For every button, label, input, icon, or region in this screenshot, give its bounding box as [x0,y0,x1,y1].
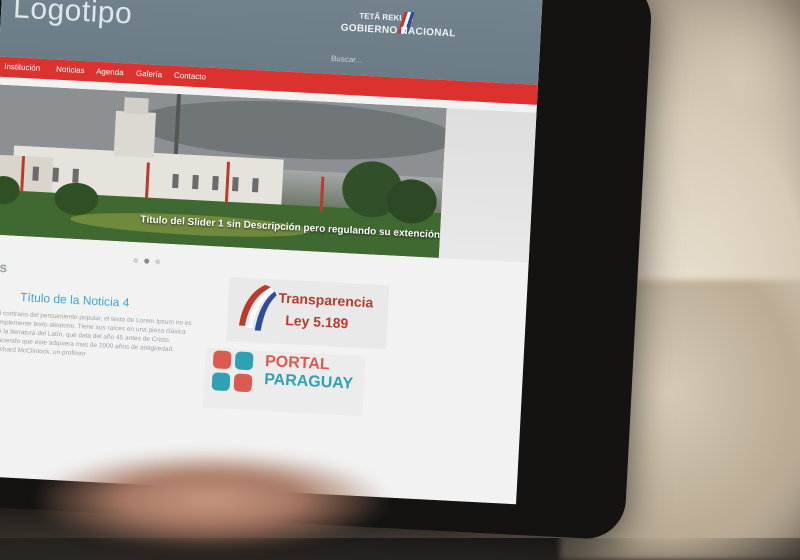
slider-dot[interactable] [133,257,139,264]
nav-item-galeria[interactable]: Galería [136,69,163,79]
tablet-screen: Logotipo TETÃ REKUÁI GOBIERNO NACIONAL B… [0,0,543,505]
portal-icon-red [212,350,232,370]
nav-item-contacto[interactable]: Contacto [174,71,206,82]
portal-paraguay-banner[interactable]: PORTAL PARAGUAY [202,347,366,417]
portal-icon-teal [234,351,254,371]
hero-slider[interactable]: Título del Slider 1 sin Descripción pero… [0,84,447,258]
site-logo[interactable]: Logotipo [12,0,133,32]
search-input[interactable]: Buscar... [331,54,363,65]
government-logo: TETÃ REKUÁI GOBIERNO NACIONAL [340,8,482,55]
gov-logo-name: GOBIERNO NACIONAL [340,22,456,40]
nav-item-noticias[interactable]: Noticias [56,65,85,75]
section-heading: es [0,258,8,276]
portal-subtitle: PARAGUAY [263,370,354,393]
news-title-link[interactable]: Título de la Noticia 4 [20,290,130,310]
hand-foreground [40,440,400,560]
transparencia-title: Transparencia [278,289,374,311]
nav-item-institucion[interactable]: Institución [4,62,40,73]
portal-icon-teal-2 [211,372,231,392]
slider-dot-active[interactable] [144,258,150,264]
news-excerpt: Al contrario del pensamiento popular, el… [0,309,192,358]
transparencia-banner[interactable]: Transparencia Ley 5.189 [226,276,390,350]
transparencia-logo-icon [238,284,277,331]
slider-dots [133,250,167,270]
portal-icon-red-2 [233,373,253,393]
transparencia-law: Ley 5.189 [284,311,349,332]
slider-dot[interactable] [155,259,161,265]
portal-icons [211,350,259,398]
nav-item-agenda[interactable]: Agenda [96,67,124,77]
slider-next-slide [438,108,537,263]
